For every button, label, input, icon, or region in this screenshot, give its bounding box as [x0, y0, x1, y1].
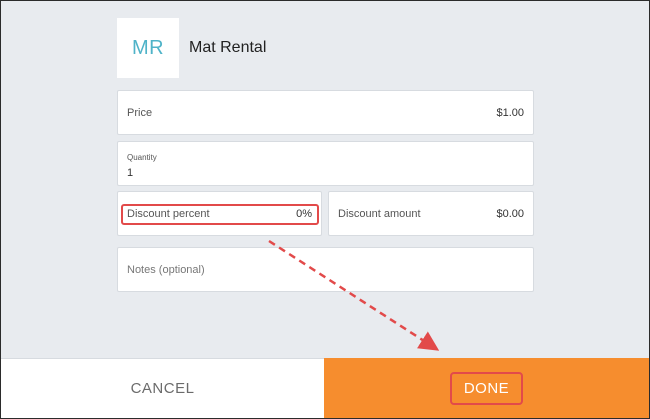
notes-placeholder: Notes (optional)	[127, 263, 205, 276]
item-title: Mat Rental	[189, 39, 267, 56]
item-detail-panel: MR Mat Rental Price $1.00 Quantity 1 Dis…	[1, 1, 649, 418]
price-label: Price	[127, 106, 153, 119]
cancel-label: CANCEL	[130, 380, 195, 397]
annotation-arrow	[268, 239, 440, 351]
done-label: DONE	[449, 371, 524, 405]
notes-field[interactable]: Notes (optional)	[117, 247, 534, 292]
discount-percent-highlight	[121, 204, 319, 225]
discount-amount-field[interactable]: Discount amount $0.00	[328, 191, 534, 236]
cancel-button[interactable]: CANCEL	[1, 358, 324, 418]
item-avatar: MR	[117, 18, 179, 78]
quantity-field[interactable]: Quantity 1	[117, 141, 534, 186]
price-value: $1.00	[496, 106, 524, 119]
item-initials: MR	[131, 36, 165, 59]
footer-bar: CANCEL DONE	[1, 358, 649, 418]
done-button[interactable]: DONE	[324, 358, 649, 418]
discount-amount-label: Discount amount	[338, 207, 421, 220]
discount-amount-value: $0.00	[496, 207, 524, 220]
quantity-value: 1	[127, 167, 134, 179]
quantity-label: Quantity	[127, 153, 157, 162]
price-field[interactable]: Price $1.00	[117, 90, 534, 135]
